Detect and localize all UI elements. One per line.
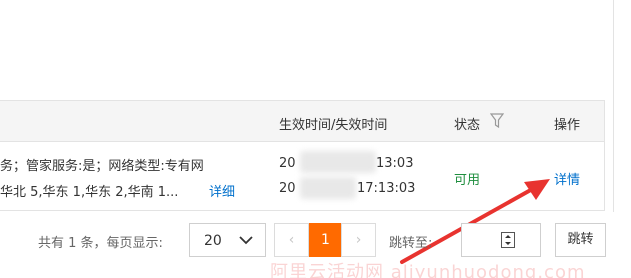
stepper-icon[interactable] (501, 232, 515, 252)
page-size-select[interactable]: 20 (189, 223, 266, 257)
page-1-button[interactable]: 1 (309, 223, 342, 257)
total-count-text: 共有 1 条，每页显示: (38, 236, 163, 251)
jump-button[interactable]: 跳转 (555, 223, 606, 257)
watermark: 阿里云活动网 aliyunhuodong.com (270, 262, 586, 278)
prev-page-button[interactable]: ‹ (274, 223, 309, 257)
jump-label: 跳转至: (389, 236, 433, 251)
page-size-value: 20 (204, 233, 222, 249)
chevron-down-icon (238, 234, 254, 250)
jump-page-input[interactable] (461, 223, 541, 257)
next-page-button[interactable]: › (341, 223, 376, 257)
